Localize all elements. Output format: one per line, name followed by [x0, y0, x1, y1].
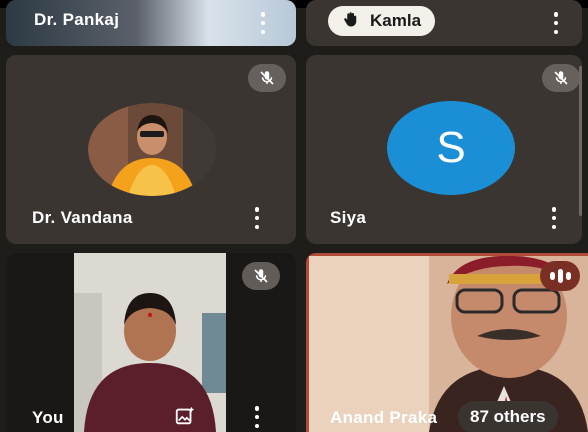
participant-name: Kamla — [370, 11, 422, 30]
speaking-indicator-icon — [540, 261, 580, 291]
participant-tile-anand[interactable]: Anand Praka 87 others — [306, 253, 588, 432]
participant-name: Dr. Pankaj — [34, 10, 120, 29]
participant-tile-kamla[interactable]: Kamla — [306, 0, 582, 46]
participant-name: You — [32, 408, 64, 427]
avatar-initial: S — [436, 123, 466, 172]
participant-avatar-photo — [88, 103, 216, 196]
raised-hand-badge: Kamla — [328, 6, 436, 36]
participant-name: Anand Praka — [330, 408, 438, 427]
participant-tile-siya[interactable]: S Siya — [306, 55, 582, 244]
scrollbar[interactable] — [579, 66, 582, 216]
others-count-label: 87 others — [470, 407, 546, 426]
visual-effects-icon[interactable] — [174, 405, 196, 432]
raised-hand-icon — [342, 10, 360, 33]
more-options-icon[interactable] — [260, 12, 266, 34]
participant-initial-avatar: S — [387, 101, 515, 195]
participant-tile-pankaj[interactable]: Dr. Pankaj — [6, 0, 296, 46]
more-options-icon[interactable] — [254, 406, 260, 428]
more-options-icon[interactable] — [553, 12, 559, 34]
mic-off-icon — [248, 64, 286, 92]
mic-off-icon — [542, 64, 580, 92]
participant-name: Dr. Vandana — [32, 208, 133, 227]
self-video-feed — [74, 253, 226, 432]
more-options-icon[interactable] — [254, 207, 260, 229]
participant-tile-you[interactable]: You — [6, 253, 296, 432]
others-count-badge[interactable]: 87 others — [458, 401, 558, 432]
participant-name: Siya — [330, 208, 367, 227]
mic-off-icon — [242, 262, 280, 290]
more-options-icon[interactable] — [551, 207, 557, 229]
participant-tile-vandana[interactable]: Dr. Vandana — [6, 55, 296, 244]
